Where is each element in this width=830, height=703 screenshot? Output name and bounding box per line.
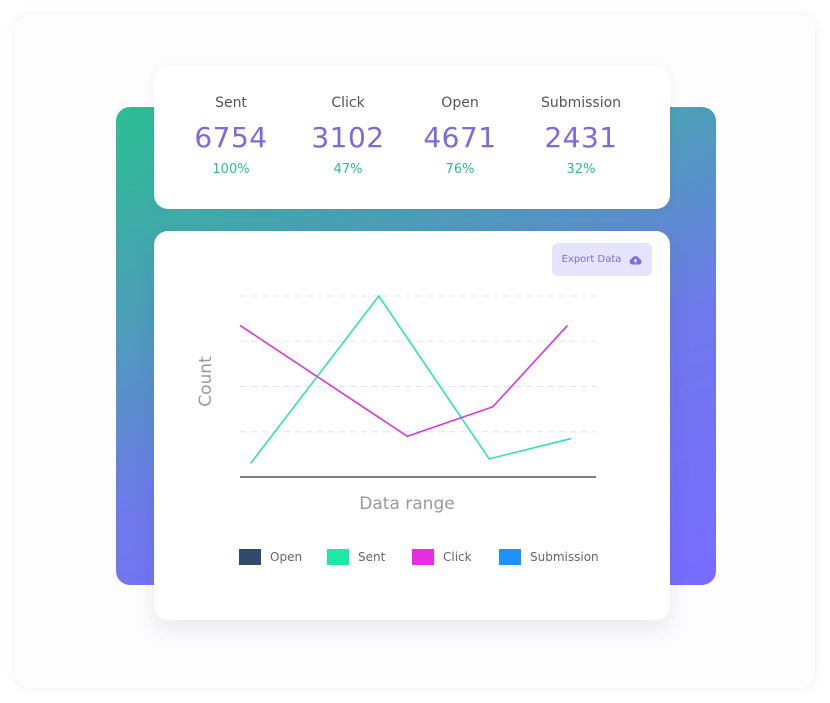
stat-value: 2431: [544, 121, 618, 154]
stat-percent: 47%: [333, 162, 363, 177]
stat-label: Click: [331, 95, 365, 111]
legend-item-click[interactable]: Click: [412, 549, 472, 565]
stats-card: Sent 6754 100% Click 3102 47% Open 4671 …: [154, 66, 670, 209]
legend-swatch: [327, 549, 349, 565]
stat-percent: 100%: [212, 162, 250, 177]
legend-item-open[interactable]: Open: [239, 549, 302, 565]
legend-swatch: [239, 549, 261, 565]
legend-label: Submission: [530, 550, 599, 564]
legend-swatch: [412, 549, 434, 565]
stat-value: 4671: [423, 121, 497, 154]
legend-label: Click: [443, 550, 472, 564]
line-chart: Count Data range: [196, 294, 596, 514]
stat-percent: 32%: [566, 162, 596, 177]
legend-item-submission[interactable]: Submission: [499, 549, 599, 565]
legend-swatch: [499, 549, 521, 565]
series-line-sent: [250, 294, 572, 464]
x-axis-label: Data range: [359, 494, 454, 514]
y-axis-label: Count: [196, 356, 216, 407]
legend-label: Open: [270, 550, 303, 564]
stat-label: Sent: [215, 95, 247, 111]
stat-value: 3102: [311, 121, 385, 154]
series-line-click: [239, 324, 569, 438]
chart-card: Export Data Count Data range Open Sent C…: [154, 231, 670, 620]
legend-label: Sent: [358, 550, 386, 564]
stat-label: Open: [441, 95, 479, 111]
stat-label: Submission: [540, 95, 622, 111]
stat-value: 6754: [194, 121, 268, 154]
stat-percent: 76%: [445, 162, 475, 177]
legend-item-sent[interactable]: Sent: [327, 549, 385, 565]
